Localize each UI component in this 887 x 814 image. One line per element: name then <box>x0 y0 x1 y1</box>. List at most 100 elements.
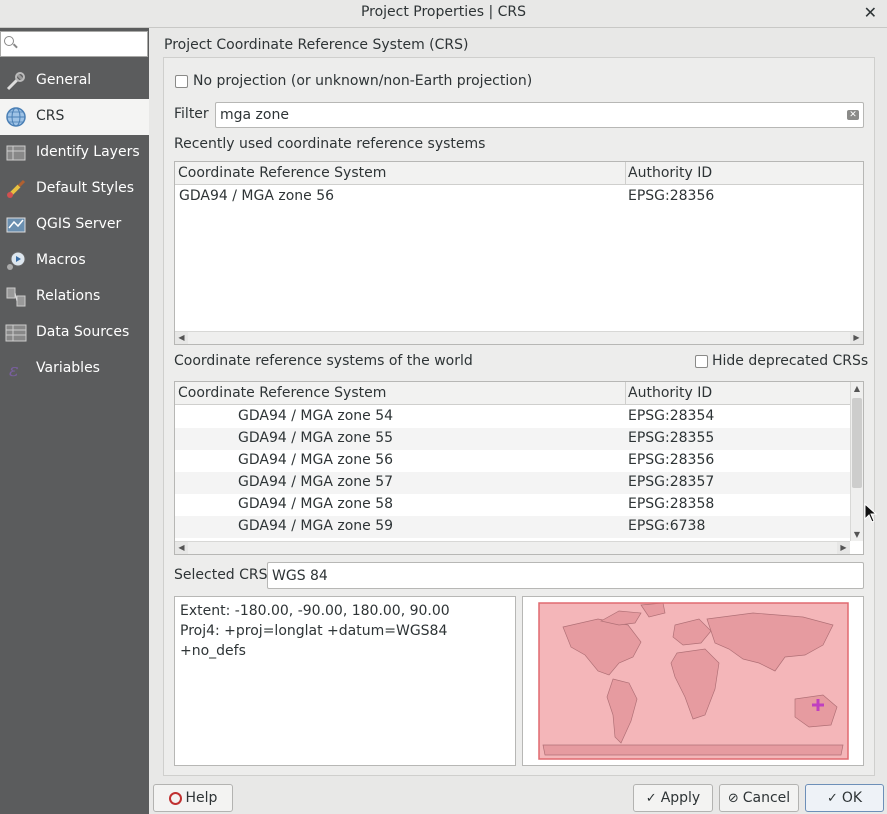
sidebar-item-label: Default Styles <box>36 180 135 196</box>
scroll-left-icon[interactable]: ◀ <box>175 542 188 554</box>
help-button[interactable]: Help <box>153 784 233 812</box>
crs-name: GDA94 / MGA zone 54 <box>238 408 394 424</box>
apply-button-label: Apply <box>660 790 701 806</box>
column-header-crs[interactable]: Coordinate Reference System <box>178 165 386 181</box>
sidebar-item-macros[interactable]: Macros <box>0 243 149 279</box>
sidebar-search[interactable] <box>0 31 148 57</box>
check-icon: ✓ <box>826 790 838 806</box>
world-table-header: Coordinate Reference System Authority ID <box>175 382 863 405</box>
cancel-button[interactable]: ⊘ Cancel <box>719 784 799 812</box>
ok-button-label: OK <box>841 790 863 806</box>
world-table-vscrollbar[interactable]: ▲ ▼ <box>850 382 863 541</box>
crs-authid: EPSG:28357 <box>628 474 715 490</box>
crs-authid: EPSG:28355 <box>628 430 715 446</box>
sidebar-item-label: Variables <box>36 360 100 376</box>
table-row[interactable]: GDA94 / MGA zone 54 EPSG:28354 <box>175 406 863 428</box>
data-sources-icon <box>5 324 27 342</box>
hide-deprecated-label: Hide deprecated CRSs <box>712 353 869 369</box>
sidebar-item-variables[interactable]: ε Variables <box>0 351 149 387</box>
crs-name: GDA94 / MGA zone 57 <box>238 474 394 490</box>
table-row[interactable]: GDA94 / MGA zone 56 EPSG:28356 <box>175 186 863 208</box>
scroll-right-icon[interactable]: ▶ <box>850 332 863 344</box>
column-divider <box>625 162 626 185</box>
paint-brush-icon <box>7 179 26 198</box>
proj4-text: Proj4: +proj=longlat +datum=WGS84 +no_de… <box>180 623 448 659</box>
sidebar-nav: General CRS Identify Layers Default Styl… <box>0 63 149 387</box>
filter-input[interactable] <box>215 102 864 128</box>
table-row[interactable]: GDA94 / MGA zone 59 EPSG:6738 <box>175 516 863 538</box>
sidebar-item-label: Relations <box>36 288 101 304</box>
column-header-authority-id[interactable]: Authority ID <box>628 385 712 401</box>
close-icon[interactable]: ✕ <box>864 3 877 22</box>
sidebar-item-crs[interactable]: CRS <box>0 99 149 135</box>
window-title: Project Properties | CRS <box>360 4 527 20</box>
search-icon <box>4 36 14 46</box>
table-row[interactable]: GDA94 / MGA zone 58 EPSG:28358 <box>175 494 863 516</box>
table-row[interactable]: GDA94 / MGA zone 55 EPSG:28355 <box>175 428 863 450</box>
world-table-hscrollbar[interactable]: ◀ ▶ <box>175 541 850 554</box>
crs-authid: EPSG:28354 <box>628 408 715 424</box>
sidebar-item-identify-layers[interactable]: Identify Layers <box>0 135 149 171</box>
column-divider <box>625 382 626 405</box>
sidebar: General CRS Identify Layers Default Styl… <box>0 28 149 814</box>
recent-table-header: Coordinate Reference System Authority ID <box>175 162 863 185</box>
column-header-crs[interactable]: Coordinate Reference System <box>178 385 386 401</box>
world-map-preview <box>538 602 849 760</box>
page-title: Project Coordinate Reference System (CRS… <box>164 37 469 53</box>
scroll-left-icon[interactable]: ◀ <box>175 332 188 344</box>
cancel-button-label: Cancel <box>742 790 791 806</box>
crs-authid: EPSG:28358 <box>628 496 715 512</box>
globe-icon <box>6 107 26 127</box>
clear-filter-icon[interactable]: ✕ <box>847 110 859 120</box>
relations-icon <box>6 287 26 307</box>
sidebar-item-default-styles[interactable]: Default Styles <box>0 171 149 207</box>
hide-deprecated-checkbox[interactable] <box>695 355 708 368</box>
sidebar-item-general[interactable]: General <box>0 63 149 99</box>
recent-crs-label: Recently used coordinate reference syste… <box>174 136 486 152</box>
help-icon <box>168 791 182 805</box>
scroll-down-icon[interactable]: ▼ <box>851 528 863 541</box>
table-row[interactable]: GDA94 / MGA zone 56 EPSG:28356 <box>175 450 863 472</box>
selected-crs-field[interactable] <box>267 562 864 589</box>
no-projection-checkbox[interactable] <box>175 75 188 88</box>
identify-layers-icon <box>6 145 26 161</box>
crs-name: GDA94 / MGA zone 56 <box>179 188 335 204</box>
sidebar-item-label: Identify Layers <box>36 144 140 160</box>
crs-authid: EPSG:28356 <box>628 188 715 204</box>
sidebar-item-qgis-server[interactable]: QGIS Server <box>0 207 149 243</box>
ok-button[interactable]: ✓ OK <box>805 784 884 812</box>
no-projection-label: No projection (or unknown/non-Earth proj… <box>193 73 533 89</box>
cancel-icon: ⊘ <box>727 790 739 806</box>
sidebar-item-label: CRS <box>36 108 65 124</box>
sidebar-item-label: Data Sources <box>36 324 130 340</box>
recent-table-hscrollbar[interactable]: ◀ ▶ <box>175 331 863 344</box>
column-header-authority-id[interactable]: Authority ID <box>628 165 712 181</box>
wrench-icon <box>6 72 25 91</box>
sidebar-search-input[interactable] <box>19 34 145 54</box>
scroll-up-icon[interactable]: ▲ <box>851 382 863 395</box>
table-row[interactable]: GDA94 / MGA zone 57 EPSG:28357 <box>175 472 863 494</box>
svg-text:ε: ε <box>9 360 19 380</box>
macros-icon <box>7 251 26 270</box>
crs-name: GDA94 / MGA zone 58 <box>238 496 394 512</box>
selected-crs-label: Selected CRS <box>174 567 268 583</box>
scroll-right-icon[interactable]: ▶ <box>837 542 850 554</box>
sidebar-item-relations[interactable]: Relations <box>0 279 149 315</box>
crs-name: GDA94 / MGA zone 59 <box>238 518 394 534</box>
crs-name: GDA94 / MGA zone 56 <box>238 452 394 468</box>
sidebar-item-label: General <box>36 72 92 88</box>
crs-name: GDA94 / MGA zone 55 <box>238 430 394 446</box>
mouse-cursor-icon <box>864 503 878 523</box>
scrollbar-thumb[interactable] <box>852 398 862 488</box>
apply-button[interactable]: ✓ Apply <box>633 784 713 812</box>
server-icon <box>6 217 26 233</box>
crs-authid: EPSG:6738 <box>628 518 706 534</box>
help-button-label: Help <box>185 790 218 806</box>
crs-authid: EPSG:28356 <box>628 452 715 468</box>
extent-text: Extent: -180.00, -90.00, 180.00, 90.00 <box>180 603 450 619</box>
sidebar-item-data-sources[interactable]: Data Sources <box>0 315 149 351</box>
recent-crs-table: Coordinate Reference System Authority ID… <box>174 161 864 345</box>
title-bar: Project Properties | CRS ✕ <box>0 0 887 28</box>
filter-label: Filter <box>174 106 209 122</box>
sidebar-item-label: QGIS Server <box>36 216 122 232</box>
